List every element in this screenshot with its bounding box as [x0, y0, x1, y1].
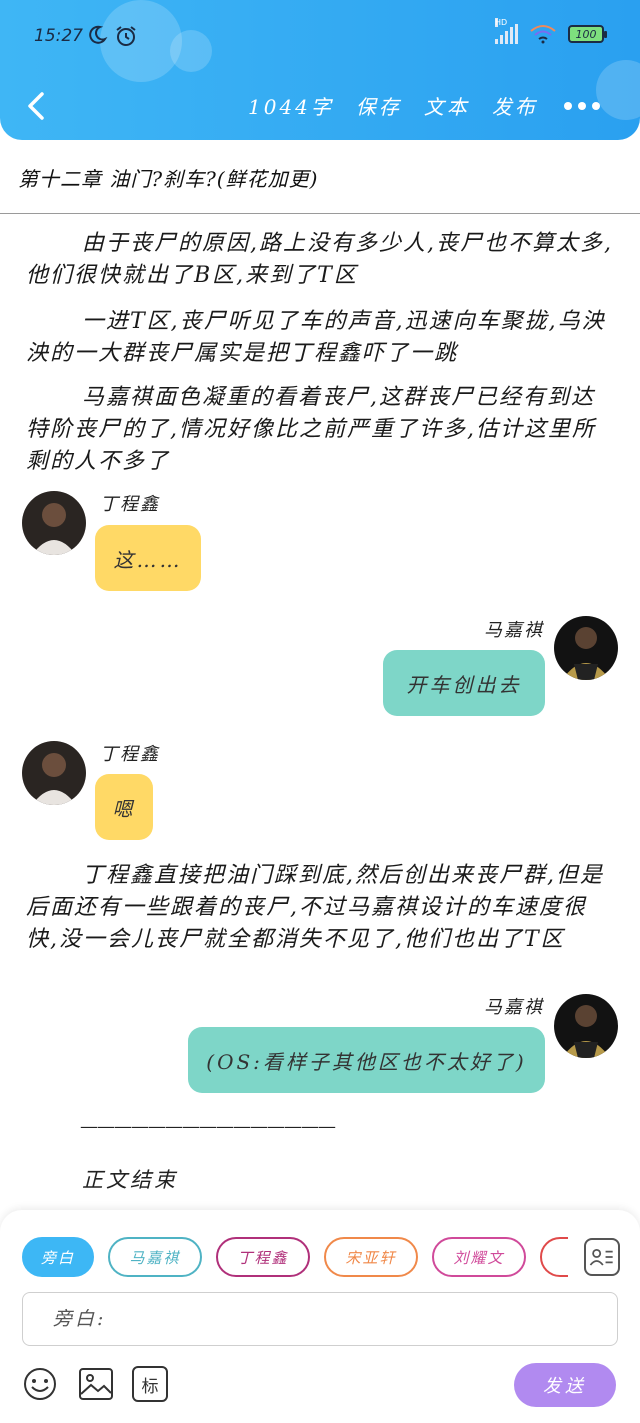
label-button[interactable]: 标: [132, 1366, 168, 1402]
role-chip-ding-chengxin[interactable]: 丁程鑫: [216, 1237, 310, 1277]
speaker-name: 丁程鑫: [100, 494, 160, 515]
save-button[interactable]: 保存: [356, 91, 402, 120]
text-button[interactable]: 文本: [424, 91, 470, 120]
message-bubble[interactable]: 开车创出去: [383, 650, 545, 716]
editor-toolbar: 1044字 保存 文本 发布: [248, 91, 538, 120]
narration-paragraph: 一进T区,丧尸听见了车的声音,迅速向车聚拢,乌泱泱的一大群丧尸属实是把丁程鑫吓了…: [26, 309, 606, 366]
emoji-icon[interactable]: [22, 1366, 58, 1402]
narration-paragraph: 丁程鑫直接把油门踩到底,然后创出来丧尸群,但是后面还有一些跟着的丧尸,不过马嘉祺…: [26, 863, 604, 952]
speaker-name: 马嘉祺: [484, 620, 544, 641]
role-chip-narrator[interactable]: 旁白: [22, 1237, 94, 1277]
battery-icon: 100: [568, 25, 607, 43]
alarm-icon: [116, 26, 136, 46]
message-input[interactable]: [23, 1293, 617, 1345]
role-selector: 旁白 马嘉祺 丁程鑫 宋亚轩 刘耀文 张: [22, 1237, 568, 1279]
publish-button[interactable]: 发布: [492, 91, 538, 120]
image-icon[interactable]: [78, 1366, 114, 1402]
signal-icon: HD: [495, 18, 518, 44]
more-icon[interactable]: [564, 102, 600, 110]
narration-paragraph: 由于丧尸的原因,路上没有多少人,丧尸也不算太多,他们很快就出了B区,来到了T区: [26, 231, 613, 288]
speaker-name: 马嘉祺: [484, 997, 544, 1018]
chapter-title[interactable]: 第十二章 油门?刹车?(鲜花加更): [18, 163, 318, 192]
end-text: 正文结束: [82, 1168, 178, 1192]
message-bubble[interactable]: 嗯: [95, 774, 153, 840]
avatar[interactable]: [22, 491, 86, 555]
speaker-name: 丁程鑫: [100, 744, 160, 765]
status-right: HD 100: [495, 18, 607, 44]
decorative-bubble: [596, 60, 640, 120]
avatar[interactable]: [554, 616, 618, 680]
message-bubble[interactable]: 这……: [95, 525, 201, 591]
divider: [0, 213, 640, 214]
status-icons: [86, 24, 138, 48]
narration-paragraph: 马嘉祺面色凝重的看着丧尸,这群丧尸已经有到达特阶丧尸的了,情况好像比之前严重了许…: [26, 385, 596, 474]
word-count: 1044字: [248, 95, 334, 119]
role-chip-song-yaxuan[interactable]: 宋亚轩: [324, 1237, 418, 1277]
role-chip-ma-jiaqi[interactable]: 马嘉祺: [108, 1237, 202, 1277]
moon-icon: [89, 25, 108, 44]
role-chip-zhang[interactable]: 张: [540, 1237, 568, 1277]
avatar[interactable]: [22, 741, 86, 805]
top-bar: 15:27 HD 100 1044字 保存 文本 发布: [0, 0, 640, 140]
message-bubble[interactable]: (OS:看样子其他区也不太好了): [188, 1027, 545, 1093]
role-chip-liu-yaowen[interactable]: 刘耀文: [432, 1237, 526, 1277]
wifi-icon: [530, 25, 556, 44]
status-time: 15:27: [34, 26, 83, 46]
avatar[interactable]: [554, 994, 618, 1058]
decorative-bubble: [170, 30, 212, 72]
contacts-icon[interactable]: [584, 1238, 620, 1276]
back-button[interactable]: [22, 88, 52, 124]
message-input-box: [22, 1292, 618, 1346]
separator-line: ———————————————: [80, 1116, 336, 1137]
send-button[interactable]: 发送: [514, 1363, 616, 1407]
